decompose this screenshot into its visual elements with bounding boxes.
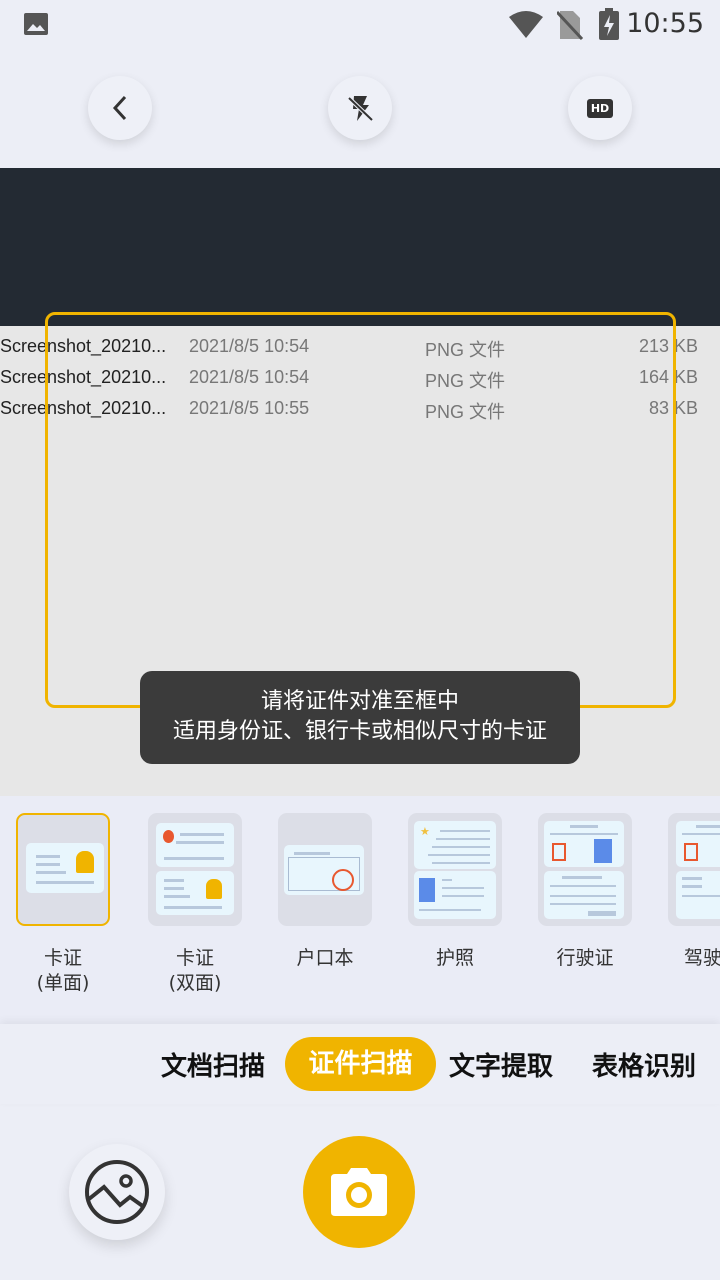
doc-type-card-household[interactable] — [278, 813, 372, 926]
back-button[interactable] — [88, 76, 152, 140]
tab-document-scan[interactable]: 文档扫描 — [161, 1046, 265, 1083]
document-type-list[interactable]: ★ 卡证 (单面) 卡证 (双面) 户口本 护照 行驶证 驾驶证 — [0, 796, 720, 1024]
no-sim-icon — [557, 10, 583, 40]
mode-tabs: 文档扫描 证件扫描 文字提取 表格识别 — [0, 1024, 720, 1104]
doc-type-label: 卡证 (单面) — [36, 947, 90, 994]
tab-table-recognition[interactable]: 表格识别 — [592, 1046, 696, 1083]
doc-type-card-double[interactable] — [148, 813, 242, 926]
id-card-front-icon — [156, 823, 234, 867]
hint-line-1: 请将证件对准至框中 — [260, 689, 459, 714]
wifi-icon — [509, 11, 543, 38]
passport-icon: ★ — [414, 821, 496, 869]
hint-toast: 请将证件对准至框中 适用身份证、银行卡或相似尺寸的卡证 — [140, 671, 580, 764]
flash-off-icon — [347, 96, 374, 122]
status-bar: 10:55 — [0, 0, 720, 50]
vehicle-license-icon — [544, 821, 624, 867]
back-icon — [112, 95, 127, 121]
tab-id-scan[interactable]: 证件扫描 — [285, 1037, 436, 1091]
flash-toggle[interactable] — [328, 76, 392, 140]
gallery-button[interactable] — [69, 1144, 165, 1240]
camera-preview-dark — [0, 168, 720, 326]
image-icon — [24, 13, 48, 35]
clock: 10:55 — [626, 8, 704, 39]
doc-type-label: 户口本 — [296, 947, 354, 969]
doc-type-card-single[interactable] — [16, 813, 110, 926]
doc-type-label: 驾驶证 — [684, 947, 720, 969]
hd-toggle[interactable]: HD — [568, 76, 632, 140]
id-card-icon — [26, 843, 104, 893]
doc-type-label: 卡证 (双面) — [168, 947, 222, 994]
shutter-button[interactable] — [303, 1136, 415, 1248]
id-card-back-icon — [156, 871, 234, 915]
doc-type-card-vehicle-license[interactable] — [538, 813, 632, 926]
doc-type-card-passport[interactable]: ★ — [408, 813, 502, 926]
tab-text-extract[interactable]: 文字提取 — [449, 1046, 553, 1083]
hint-line-2: 适用身份证、银行卡或相似尺寸的卡证 — [172, 719, 547, 744]
driver-license-icon — [676, 821, 720, 867]
doc-type-label: 护照 — [435, 947, 474, 969]
doc-type-label: 行驶证 — [556, 947, 614, 969]
hd-icon: HD — [586, 98, 614, 118]
gallery-icon — [85, 1160, 149, 1224]
battery-charging-icon — [599, 8, 619, 40]
scan-frame — [45, 312, 676, 708]
camera-icon — [331, 1168, 387, 1216]
household-register-icon — [284, 845, 364, 895]
doc-type-card-driver-license[interactable] — [668, 813, 720, 926]
